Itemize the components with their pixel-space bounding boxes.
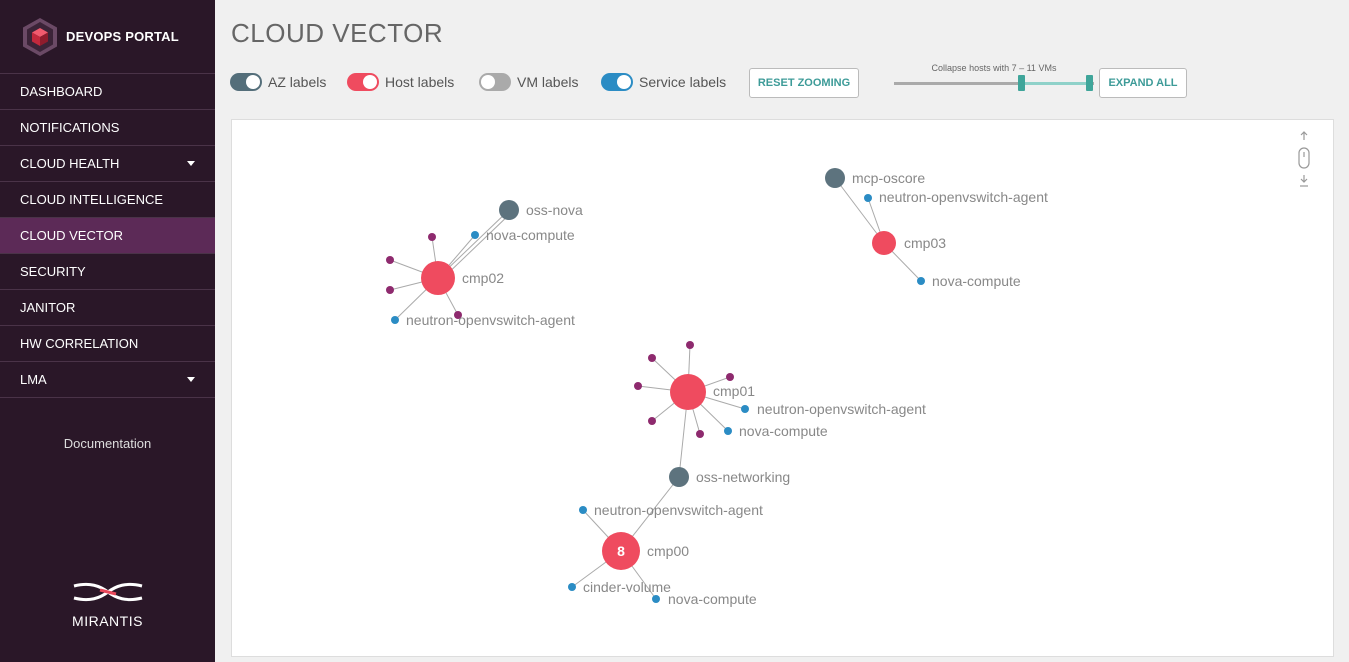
az-label: oss-networking bbox=[696, 469, 790, 485]
host-label: cmp02 bbox=[462, 270, 504, 286]
service-label: nova-compute bbox=[668, 591, 757, 607]
documentation-link[interactable]: Documentation bbox=[0, 436, 215, 451]
sidebar-nav: DASHBOARD NOTIFICATIONS CLOUD HEALTH CLO… bbox=[0, 74, 215, 398]
page-title: CLOUD VECTOR bbox=[231, 18, 444, 48]
sidebar-item-cloud-vector[interactable]: CLOUD VECTOR bbox=[0, 218, 215, 254]
vm-node[interactable] bbox=[648, 354, 656, 362]
brand-header[interactable]: DEVOPS PORTAL bbox=[0, 0, 215, 74]
service-label: cinder-volume bbox=[583, 579, 671, 595]
graph-edges bbox=[389, 177, 922, 600]
service-node[interactable] bbox=[741, 405, 749, 413]
toggle-switch[interactable] bbox=[230, 73, 262, 91]
toggle-label: AZ labels bbox=[268, 74, 327, 90]
sidebar-item-hw-correlation[interactable]: HW CORRELATION bbox=[0, 326, 215, 362]
az-label: mcp-oscore bbox=[852, 170, 925, 186]
vm-node[interactable] bbox=[696, 430, 704, 438]
az-node-oss-nova[interactable] bbox=[499, 200, 519, 220]
sidebar-item-label: CLOUD HEALTH bbox=[20, 156, 120, 171]
service-labels-toggle[interactable]: Service labels bbox=[601, 73, 726, 91]
service-label: nova-compute bbox=[739, 423, 828, 439]
host-node-cmp03[interactable] bbox=[872, 231, 896, 255]
sidebar-item-dashboard[interactable]: DASHBOARD bbox=[0, 74, 215, 110]
sidebar-item-janitor[interactable]: JANITOR bbox=[0, 290, 215, 326]
vm-labels-toggle[interactable]: VM labels bbox=[479, 73, 578, 91]
sidebar-item-label: LMA bbox=[20, 372, 47, 387]
service-label: nova-compute bbox=[486, 227, 575, 243]
sidebar-item-label: HW CORRELATION bbox=[20, 336, 139, 351]
mirantis-swoosh-icon bbox=[73, 582, 142, 602]
mirantis-wordmark: MIRANTIS bbox=[72, 613, 143, 629]
host-vm-count: 8 bbox=[617, 543, 625, 559]
toggle-switch[interactable] bbox=[601, 73, 633, 91]
toolbar: AZ labels Host labels VM labels Service … bbox=[230, 63, 1340, 98]
az-label: oss-nova bbox=[526, 202, 583, 218]
service-label: neutron-openvswitch-agent bbox=[594, 502, 763, 518]
topology-graph[interactable]: oss-nova mcp-oscore oss-networking nova-… bbox=[232, 120, 1335, 658]
vm-node[interactable] bbox=[428, 233, 436, 241]
service-label: neutron-openvswitch-agent bbox=[879, 189, 1048, 205]
vm-node[interactable] bbox=[634, 382, 642, 390]
toggle-label: Host labels bbox=[385, 74, 455, 90]
sidebar-item-label: NOTIFICATIONS bbox=[20, 120, 120, 135]
sidebar-item-label: DASHBOARD bbox=[20, 84, 103, 99]
toggle-switch[interactable] bbox=[347, 73, 379, 91]
toggle-label: VM labels bbox=[517, 74, 579, 90]
host-node-cmp01[interactable] bbox=[670, 374, 706, 410]
expand-all-button[interactable]: EXPAND ALL bbox=[1099, 68, 1187, 98]
host-labels-toggle[interactable]: Host labels bbox=[347, 73, 454, 91]
sidebar-item-label: JANITOR bbox=[20, 300, 76, 315]
cube-hexagon-icon bbox=[20, 17, 60, 57]
slider-range bbox=[1021, 82, 1089, 85]
sidebar-item-lma[interactable]: LMA bbox=[0, 362, 215, 398]
host-label: cmp03 bbox=[904, 235, 946, 251]
slider-max-handle[interactable] bbox=[1086, 75, 1093, 91]
caret-down-icon bbox=[187, 161, 195, 166]
topology-canvas[interactable]: oss-nova mcp-oscore oss-networking nova-… bbox=[231, 119, 1334, 657]
collapse-hosts-slider[interactable]: Collapse hosts with 7 – 11 VMs bbox=[894, 63, 1094, 98]
mirantis-logo: MIRANTIS bbox=[0, 580, 215, 629]
brand-title: DEVOPS PORTAL bbox=[66, 29, 179, 44]
service-label: neutron-openvswitch-agent bbox=[406, 312, 575, 328]
service-node[interactable] bbox=[579, 506, 587, 514]
vm-node[interactable] bbox=[686, 341, 694, 349]
service-label: neutron-openvswitch-agent bbox=[757, 401, 926, 417]
sidebar-item-cloud-health[interactable]: CLOUD HEALTH bbox=[0, 146, 215, 182]
vm-node[interactable] bbox=[726, 373, 734, 381]
service-node[interactable] bbox=[391, 316, 399, 324]
reset-zooming-button[interactable]: RESET ZOOMING bbox=[749, 68, 859, 98]
az-labels-toggle[interactable]: AZ labels bbox=[230, 73, 326, 91]
slider-caption: Collapse hosts with 7 – 11 VMs bbox=[931, 63, 1057, 73]
main-content: CLOUD VECTOR AZ labels Host labels VM la… bbox=[215, 0, 1349, 662]
host-label: cmp00 bbox=[647, 543, 689, 559]
service-node[interactable] bbox=[652, 595, 660, 603]
toggle-label: Service labels bbox=[639, 74, 727, 90]
scroll-zoom-icon[interactable] bbox=[1297, 130, 1311, 190]
az-node-mcp-oscore[interactable] bbox=[825, 168, 845, 188]
az-node-oss-networking[interactable] bbox=[669, 467, 689, 487]
service-node[interactable] bbox=[568, 583, 576, 591]
sidebar: DEVOPS PORTAL DASHBOARD NOTIFICATIONS CL… bbox=[0, 0, 215, 662]
toggle-switch[interactable] bbox=[479, 73, 511, 91]
service-node[interactable] bbox=[917, 277, 925, 285]
host-label: cmp01 bbox=[713, 383, 755, 399]
sidebar-item-cloud-intelligence[interactable]: CLOUD INTELLIGENCE bbox=[0, 182, 215, 218]
caret-down-icon bbox=[187, 377, 195, 382]
sidebar-item-label: SECURITY bbox=[20, 264, 86, 279]
service-node[interactable] bbox=[864, 194, 872, 202]
sidebar-item-security[interactable]: SECURITY bbox=[0, 254, 215, 290]
sidebar-item-label: CLOUD VECTOR bbox=[20, 228, 124, 243]
slider-min-handle[interactable] bbox=[1018, 75, 1025, 91]
sidebar-item-notifications[interactable]: NOTIFICATIONS bbox=[0, 110, 215, 146]
host-node-cmp02[interactable] bbox=[421, 261, 455, 295]
vm-node[interactable] bbox=[386, 286, 394, 294]
service-node[interactable] bbox=[471, 231, 479, 239]
service-node[interactable] bbox=[724, 427, 732, 435]
sidebar-item-label: CLOUD INTELLIGENCE bbox=[20, 192, 164, 207]
vm-node[interactable] bbox=[386, 256, 394, 264]
service-label: nova-compute bbox=[932, 273, 1021, 289]
vm-node[interactable] bbox=[648, 417, 656, 425]
